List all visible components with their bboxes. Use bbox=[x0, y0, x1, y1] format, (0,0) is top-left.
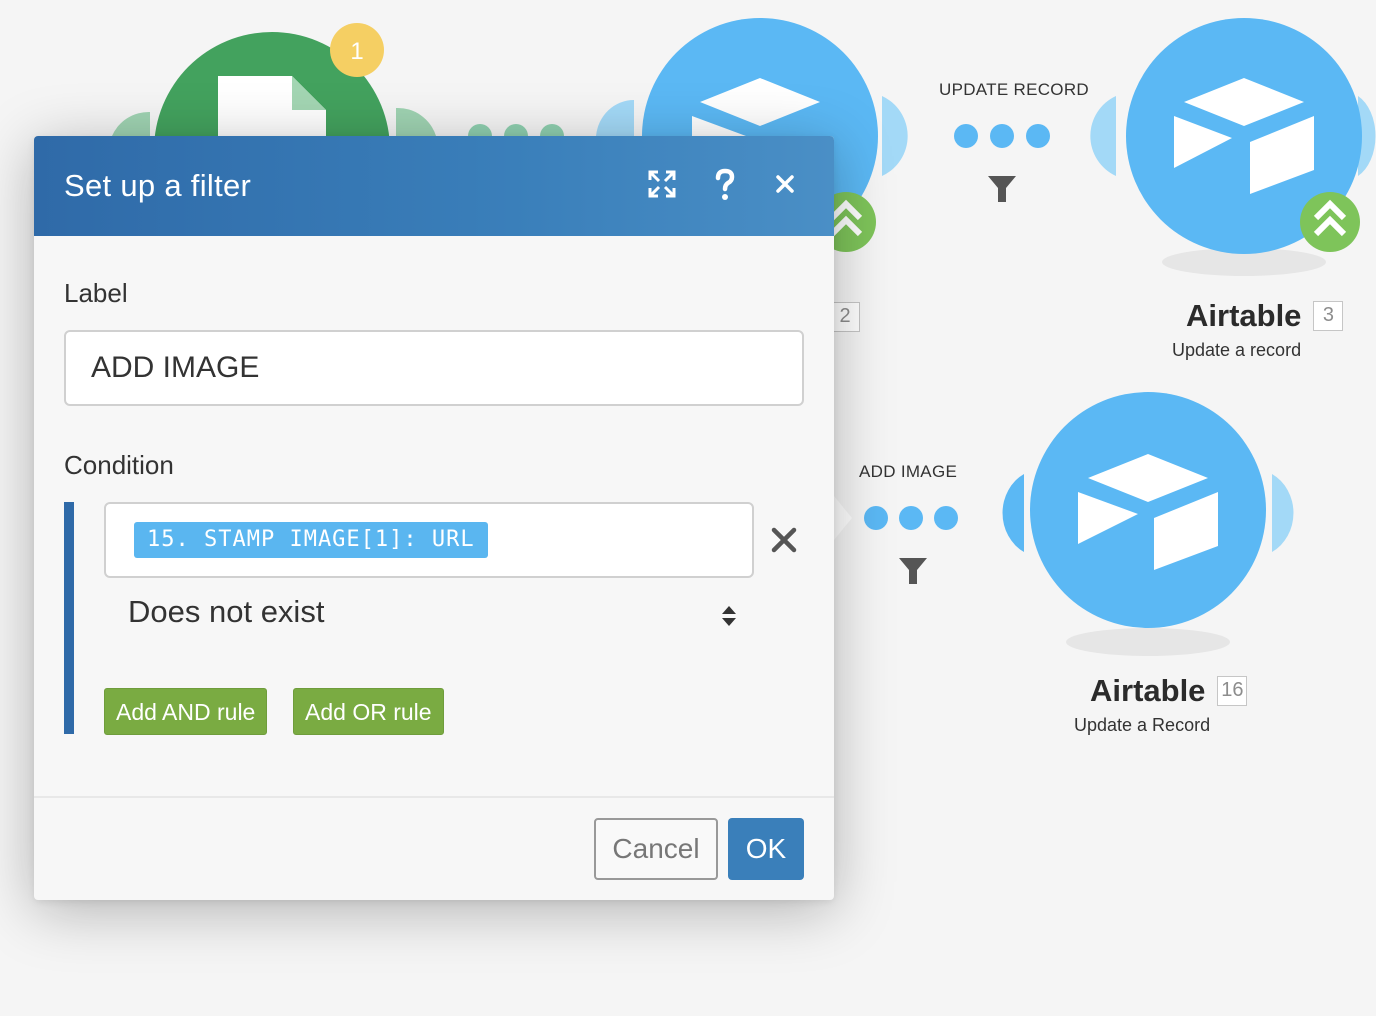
close-button[interactable] bbox=[767, 166, 803, 202]
close-icon bbox=[776, 175, 794, 193]
help-icon bbox=[715, 168, 735, 200]
module-number-badge: 2 bbox=[830, 302, 860, 332]
mapped-variable-pill[interactable]: 15. STAMP IMAGE[1]: URL bbox=[134, 522, 488, 558]
module-title-airtable-3: Airtable 3 bbox=[1186, 298, 1344, 334]
filter-icon bbox=[899, 558, 927, 584]
operator-select[interactable]: Does not exist bbox=[128, 594, 738, 642]
expand-button[interactable] bbox=[644, 166, 680, 202]
module-number-badge: 3 bbox=[1313, 301, 1344, 331]
operator-value: Does not exist bbox=[128, 594, 325, 629]
module-subtitle-airtable-16: Update a Record bbox=[1074, 715, 1211, 735]
module-title: Airtable bbox=[1090, 673, 1206, 708]
route-add-image[interactable] bbox=[834, 496, 958, 584]
filter-icon bbox=[988, 176, 1016, 202]
module-title: Airtable bbox=[1186, 298, 1302, 333]
module-title-airtable-16: Airtable 16 bbox=[1090, 673, 1248, 709]
route-label-add-image: ADD IMAGE bbox=[859, 462, 958, 481]
route-update-record[interactable] bbox=[954, 124, 1050, 202]
add-or-rule-button[interactable]: Add OR rule bbox=[293, 688, 444, 735]
rule-group-bar bbox=[64, 502, 74, 734]
sort-arrows-icon bbox=[722, 606, 736, 626]
close-icon bbox=[771, 527, 797, 553]
dialog-title: Set up a filter bbox=[64, 168, 252, 203]
condition-caption: Condition bbox=[64, 450, 174, 480]
trigger-badge-count: 1 bbox=[350, 38, 363, 65]
filter-dialog: Set up a filter Label Cond bbox=[34, 136, 834, 900]
condition-operand-field[interactable]: 15. STAMP IMAGE[1]: URL bbox=[104, 502, 754, 578]
ok-button[interactable]: OK bbox=[728, 818, 804, 880]
label-input[interactable] bbox=[64, 330, 804, 406]
route-label-update-record: UPDATE RECORD bbox=[939, 80, 1089, 99]
dialog-header: Set up a filter bbox=[34, 136, 834, 236]
module-number-badge: 16 bbox=[1217, 676, 1248, 706]
add-and-rule-button[interactable]: Add AND rule bbox=[104, 688, 268, 735]
trigger-badge: 1 bbox=[330, 23, 384, 77]
cancel-button[interactable]: Cancel bbox=[594, 818, 718, 880]
airtable-module-16[interactable] bbox=[1002, 392, 1294, 656]
module-subtitle-airtable-3: Update a record bbox=[1172, 340, 1302, 360]
expand-icon bbox=[648, 170, 676, 198]
router-badge-icon bbox=[1300, 192, 1360, 252]
airtable-module-3[interactable] bbox=[1090, 18, 1376, 276]
remove-rule-button[interactable] bbox=[768, 524, 800, 556]
dialog-footer-divider bbox=[34, 796, 834, 798]
help-button[interactable] bbox=[707, 166, 743, 202]
label-caption: Label bbox=[64, 278, 128, 308]
